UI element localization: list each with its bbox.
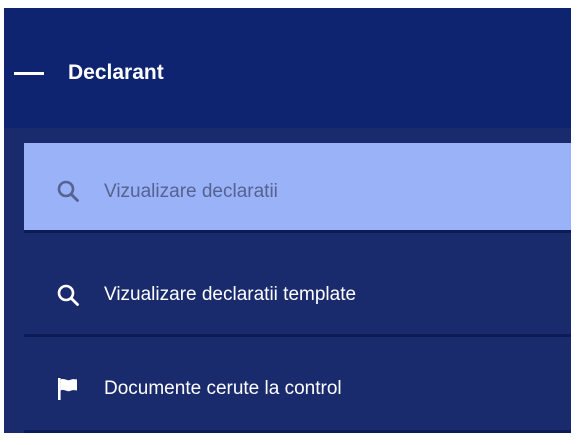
section-header-declarant[interactable]: Declarant <box>4 8 571 128</box>
minus-icon[interactable] <box>14 72 44 75</box>
sidebar-panel: Declarant Vizualizare declaratii Vizuali… <box>4 8 571 433</box>
submenu: Vizualizare declaratii Vizualizare decla… <box>24 128 571 433</box>
section-title: Declarant <box>68 61 164 84</box>
search-icon <box>57 180 79 202</box>
menu-item-documente-cerute-la-control[interactable]: Documente cerute la control <box>24 349 571 433</box>
menu-item-label: Vizualizare declaratii <box>104 181 278 202</box>
menu-item-vizualizare-declaratii-template[interactable]: Vizualizare declaratii template <box>24 247 571 337</box>
search-icon <box>57 284 79 306</box>
flag-icon <box>58 378 77 400</box>
menu-item-vizualizare-declaratii[interactable]: Vizualizare declaratii <box>24 143 571 233</box>
menu-item-label: Vizualizare declaratii template <box>104 284 357 305</box>
menu-item-label: Documente cerute la control <box>104 378 342 399</box>
